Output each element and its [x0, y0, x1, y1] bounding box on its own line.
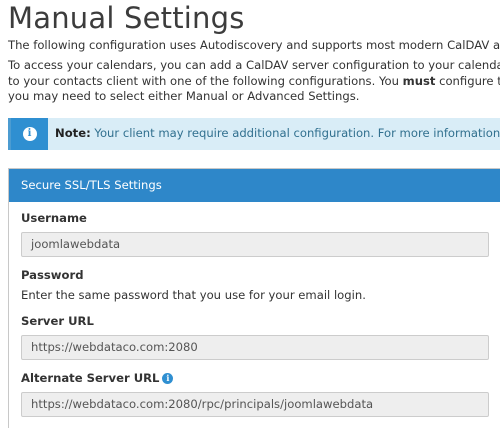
- info-icon: i: [22, 127, 37, 141]
- server-url-field[interactable]: https://webdataco.com:2080: [21, 335, 489, 360]
- alternate-server-url-label: Alternate Server URL i: [21, 371, 174, 385]
- instructions-line: to your contacts client with one of the …: [8, 74, 500, 90]
- page-title: Manual Settings: [8, 1, 245, 35]
- instructions-emphasis: must: [402, 73, 436, 88]
- password-help-text: Enter the same password that you use for…: [21, 288, 366, 302]
- instructions-paragraph: To access your calendars, you can add a …: [8, 58, 500, 105]
- instructions-text: to your contacts client with one of the …: [8, 73, 403, 88]
- note-alert: i Note: Your client may require addition…: [8, 118, 500, 150]
- panel-heading: Secure SSL/TLS Settings: [9, 169, 500, 202]
- alert-text: Note: Your client may require additional…: [55, 126, 500, 140]
- username-label: Username: [21, 211, 87, 225]
- alert-icon-box: i: [11, 118, 48, 150]
- instructions-text: configure the server s: [439, 73, 500, 88]
- alert-message: Your client may require additional confi…: [94, 126, 500, 140]
- info-icon[interactable]: i: [162, 373, 174, 384]
- instructions-line: To access your calendars, you can add a …: [8, 58, 500, 72]
- intro-text: The following configuration uses Autodis…: [8, 38, 500, 52]
- page: Manual Settings The following configurat…: [0, 0, 500, 428]
- password-label: Password: [21, 268, 84, 282]
- server-url-label: Server URL: [21, 314, 94, 328]
- alert-label: Note:: [55, 126, 91, 140]
- instructions-line: you may need to select either Manual or …: [8, 89, 360, 103]
- alternate-server-url-field[interactable]: https://webdataco.com:2080/rpc/principal…: [21, 392, 489, 417]
- alternate-server-url-label-text: Alternate Server URL: [21, 371, 160, 385]
- ssl-settings-panel: Secure SSL/TLS Settings Username joomlaw…: [8, 168, 500, 428]
- panel-heading-text: Secure SSL/TLS Settings: [21, 178, 162, 192]
- username-field[interactable]: joomlawebdata: [21, 232, 489, 257]
